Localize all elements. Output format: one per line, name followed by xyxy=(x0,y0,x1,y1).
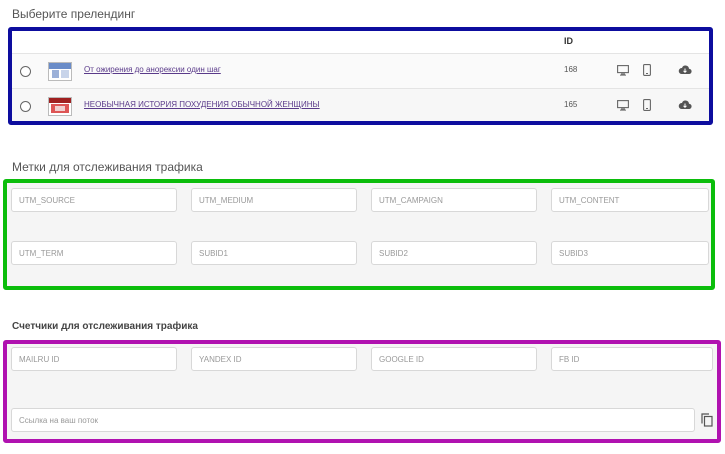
prelanding-title: Выберите прелендинг xyxy=(12,7,136,21)
counters-title: Счетчики для отслеживания трафика xyxy=(12,321,198,332)
utm-title: Метки для отслеживания трафика xyxy=(12,160,203,174)
counters-highlight-frame xyxy=(3,340,721,443)
prelanding-highlight-frame xyxy=(8,27,713,125)
utm-highlight-frame xyxy=(3,179,715,290)
